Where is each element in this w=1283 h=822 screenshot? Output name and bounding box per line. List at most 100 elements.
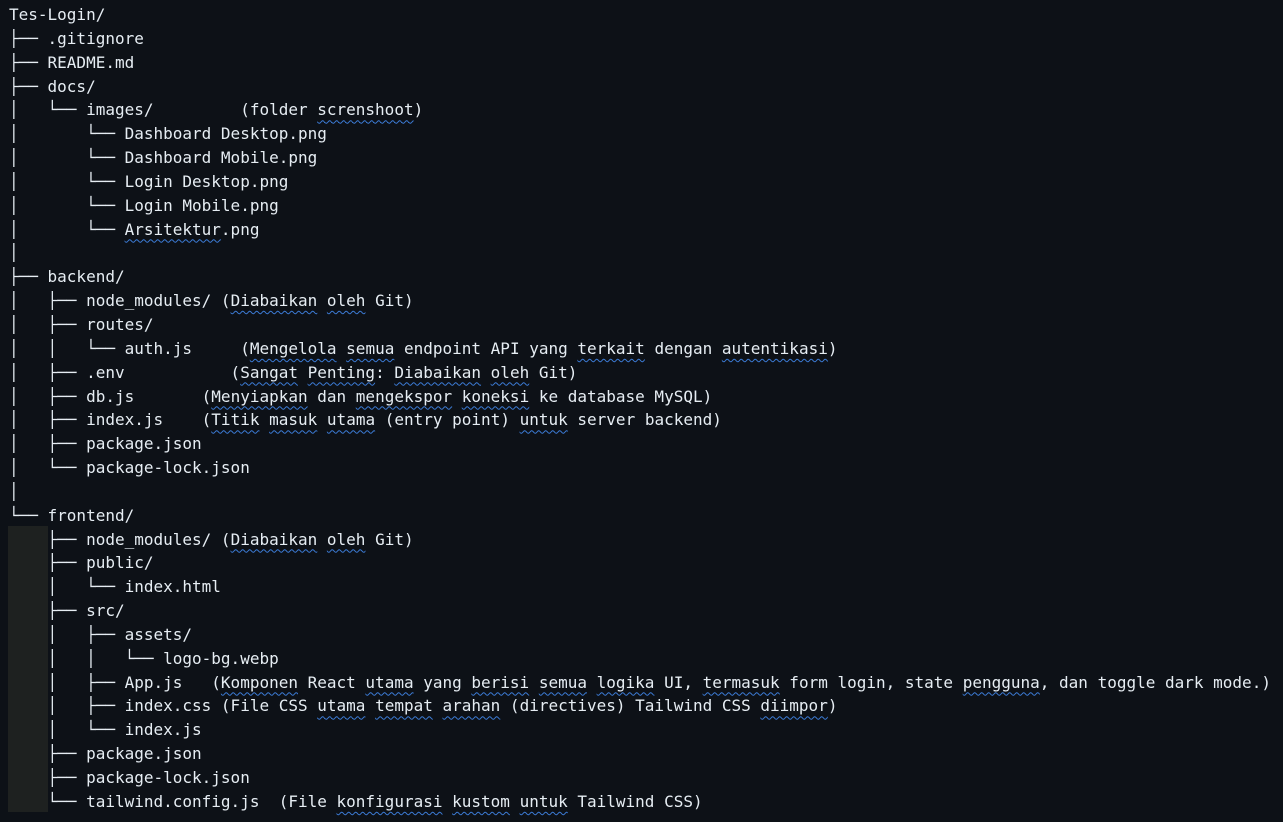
code-text: ├── backend/ [9,267,125,287]
spellcheck-word: Mengelola [249,338,337,358]
spellcheck-word: logika [596,672,655,692]
code-text: ) [827,696,838,716]
code-line[interactable]: │ [9,241,1271,265]
spellcheck-word: konfigurasi [336,791,443,811]
code-text: │ ├── db.js ( [9,386,212,406]
code-line[interactable]: │ └── index.html [9,575,1271,599]
code-line[interactable]: │ ├── App.js (Komponen React utama yang … [9,671,1271,695]
spellcheck-word: untuk [519,791,568,811]
code-line[interactable]: ├── .gitignore [9,27,1271,51]
code-text: ├── node_modules/ ( [9,529,231,549]
code-text: Tailwind CSS) [567,791,703,811]
code-text: │ ├── index.css (File CSS [9,696,318,716]
code-text: : [375,362,395,382]
code-text: │ ├── package.json [9,434,202,454]
code-line[interactable]: │ └── Dashboard Mobile.png [9,146,1271,170]
code-text: ) [413,100,424,120]
code-text: ├── public/ [9,553,154,573]
code-text: ├── README.md [9,52,135,72]
code-text: , dan toggle dark mode.) [1039,672,1271,692]
spellcheck-word: Sangat [240,362,298,382]
code-line[interactable]: │ │ └── auth.js (Mengelola semua endpoin… [9,337,1271,361]
code-line[interactable]: └── frontend/ [9,504,1271,528]
spellcheck-word: arahan [442,696,501,716]
spellcheck-word: Diabaikan [230,291,318,311]
code-text: │ ├── node_modules/ ( [9,291,231,311]
code-line[interactable]: Tes-Login/ [9,3,1271,27]
spellcheck-word: utama [317,696,366,716]
code-text: dan [307,386,356,406]
code-line[interactable]: ├── docs/ [9,75,1271,99]
code-line[interactable]: │ └── Arsitektur.png [9,218,1271,242]
code-line[interactable]: ├── public/ [9,551,1271,575]
spellcheck-word: kustom [452,791,510,811]
spellcheck-word: screnshoot [317,100,414,120]
code-line[interactable]: │ ├── node_modules/ (Diabaikan oleh Git) [9,289,1271,313]
spellcheck-word: diimpor [760,696,828,716]
code-editor[interactable]: Tes-Login/ ├── .gitignore ├── README.md ├──… [0,0,1283,822]
code-text: │ ├── assets/ [9,624,193,644]
code-text: form login, state [779,672,963,692]
code-line[interactable]: │ ├── db.js (Menyiapkan dan mengekspor k… [9,385,1271,409]
code-text: dengan [644,338,722,358]
code-text: server backend) [567,410,722,430]
code-text: │ └── images/ (folder [9,100,318,120]
spellcheck-word: termasuk [702,672,780,692]
code-line[interactable]: │ └── images/ (folder screnshoot) [9,98,1271,122]
code-line[interactable]: ├── package.json [9,742,1271,766]
spellcheck-word: Diabaikan [394,362,482,382]
code-text: │ └── index.html [9,577,221,597]
code-line[interactable]: │ ├── assets/ [9,623,1271,647]
code-line[interactable]: │ │ └── logo-bg.webp [9,647,1271,671]
spellcheck-word: Komponen [220,672,298,692]
code-text: │ │ └── logo-bg.webp [9,648,279,668]
code-line[interactable]: ├── package-lock.json [9,766,1271,790]
code-text: Git) [529,362,578,382]
code-text: │ ├── App.js ( [9,672,221,692]
spellcheck-word: semua [346,338,395,358]
code-line[interactable]: │ ├── .env (Sangat Penting: Diabaikan ol… [9,361,1271,385]
spellcheck-word: oleh [326,529,366,549]
code-line[interactable]: │ └── Login Desktop.png [9,170,1271,194]
code-text: UI, [654,672,703,692]
code-line[interactable]: │ └── index.js [9,718,1271,742]
code-line[interactable]: ├── node_modules/ (Diabaikan oleh Git) [9,528,1271,552]
code-line[interactable]: │ └── package-lock.json [9,456,1271,480]
code-line[interactable]: │ └── Login Mobile.png [9,194,1271,218]
code-text: ) [827,338,838,358]
spellcheck-word: Arsitektur [124,219,221,239]
code-text: │ │ └── auth.js ( [9,338,250,358]
code-line[interactable]: │ ├── routes/ [9,313,1271,337]
code-text: │ └── Login Mobile.png [9,195,279,215]
code-line[interactable]: └── tailwind.config.js (File konfigurasi… [9,790,1271,814]
code-text: ├── .gitignore [9,28,144,48]
code-line[interactable]: │ ├── package.json [9,432,1271,456]
code-line[interactable]: │ [9,480,1271,504]
code-line[interactable]: ├── backend/ [9,265,1271,289]
code-text: │ ├── routes/ [9,314,154,334]
spellcheck-word: Diabaikan [230,529,318,549]
code-text: │ └── Dashboard Desktop.png [9,124,327,144]
spellcheck-word: mengekspor [355,386,453,406]
file-tree-lines: Tes-Login/ ├── .gitignore ├── README.md ├──… [9,3,1271,814]
code-line[interactable]: │ ├── index.js (Titik masuk utama (entry… [9,408,1271,432]
code-line[interactable]: │ ├── index.css (File CSS utama tempat a… [9,694,1271,718]
spellcheck-word: oleh [326,291,366,311]
code-line[interactable]: │ └── Dashboard Desktop.png [9,122,1271,146]
code-text: .png [220,219,260,239]
spellcheck-word: berisi [471,672,530,692]
spellcheck-word: oleh [490,362,530,382]
code-text: Git) [365,529,414,549]
spellcheck-word: untuk [519,410,568,430]
code-line[interactable]: ├── README.md [9,51,1271,75]
code-line[interactable]: ├── src/ [9,599,1271,623]
spellcheck-word: koneksi [461,386,530,406]
code-text: ├── docs/ [9,76,96,96]
